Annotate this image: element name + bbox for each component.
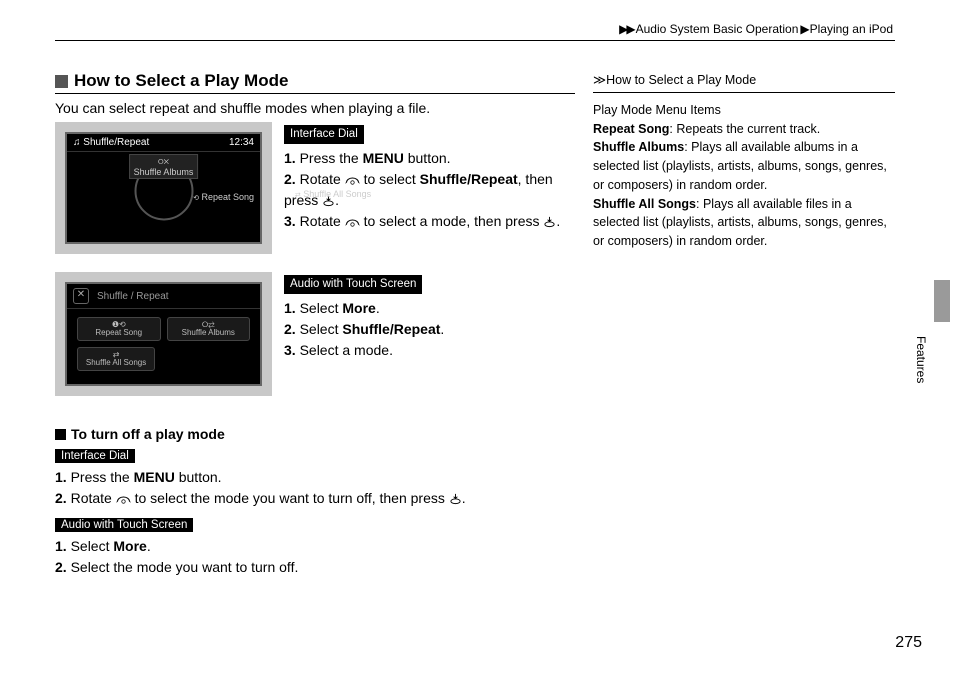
arrow-icon: ▶ — [800, 22, 807, 36]
close-icon: ✕ — [73, 288, 89, 304]
rotate-icon — [116, 492, 131, 505]
screenshot-touch: ✕ Shuffle / Repeat ❶⟲Repeat Song ⭘⇄Shuff… — [55, 272, 272, 396]
screen2-cell: ⭘⇄Shuffle Albums — [167, 317, 251, 341]
breadcrumb-a: Audio System Basic Operation — [636, 22, 799, 36]
screen1-top: ⭘✕Shuffle Albums — [129, 154, 199, 179]
dbl-arrow-icon: ≫ — [593, 73, 603, 87]
screen2-cell: ⇄Shuffle All Songs — [77, 347, 155, 371]
section-heading: How to Select a Play Mode — [55, 71, 575, 94]
square-icon — [55, 75, 68, 88]
breadcrumb: ▶▶Audio System Basic Operation▶Playing a… — [55, 22, 895, 36]
page-number: 275 — [895, 634, 922, 652]
tag-touch: Audio with Touch Screen — [284, 275, 422, 294]
screen2-title: Shuffle / Repeat — [97, 291, 169, 302]
divider — [55, 40, 895, 41]
side-p1: Repeat Song: Repeats the current track. — [593, 120, 895, 139]
main-column: How to Select a Play Mode You can select… — [55, 71, 575, 578]
square-icon — [55, 429, 66, 440]
tag-dial: Interface Dial — [284, 125, 364, 144]
heading-text: How to Select a Play Mode — [74, 71, 288, 91]
press-icon — [543, 215, 556, 228]
screen1-left: ⇄ Shuffle All Songs — [73, 189, 593, 199]
screen1-clock: 12:34 — [229, 137, 254, 148]
sub-heading: To turn off a play mode — [71, 426, 225, 442]
side-p0: Play Mode Menu Items — [593, 101, 895, 120]
intro-text: You can select repeat and shuffle modes … — [55, 100, 575, 116]
side-tab-label: Features — [914, 336, 928, 383]
side-column: ≫How to Select a Play Mode Play Mode Men… — [593, 71, 895, 578]
press-icon — [449, 492, 462, 505]
screen2-cell: ❶⟲Repeat Song — [77, 317, 161, 341]
screen1-right: ⟲ Repeat Song — [193, 192, 254, 202]
screen1-title: ♫ Shuffle/Repeat — [73, 137, 149, 148]
tag-touch: Audio with Touch Screen — [55, 518, 193, 532]
tag-dial: Interface Dial — [55, 449, 135, 463]
breadcrumb-b: Playing an iPod — [810, 22, 893, 36]
touch-instructions: Audio with Touch Screen 1. Select More. … — [284, 272, 575, 396]
screenshot-dial: ♫ Shuffle/Repeat 12:34 ⭘✕Shuffle Albums … — [55, 122, 272, 254]
side-p2: Shuffle Albums: Plays all available albu… — [593, 138, 895, 194]
arrow-icon: ▶▶ — [619, 22, 633, 36]
side-heading: ≫How to Select a Play Mode — [593, 71, 895, 93]
dial-instructions: Interface Dial 1. Press the MENU button.… — [284, 122, 575, 254]
rotate-icon — [345, 173, 360, 186]
rotate-icon — [345, 215, 360, 228]
side-tab — [934, 280, 950, 322]
turn-off-section: To turn off a play mode Interface Dial 1… — [55, 426, 575, 578]
side-p3: Shuffle All Songs: Plays all available f… — [593, 195, 895, 251]
